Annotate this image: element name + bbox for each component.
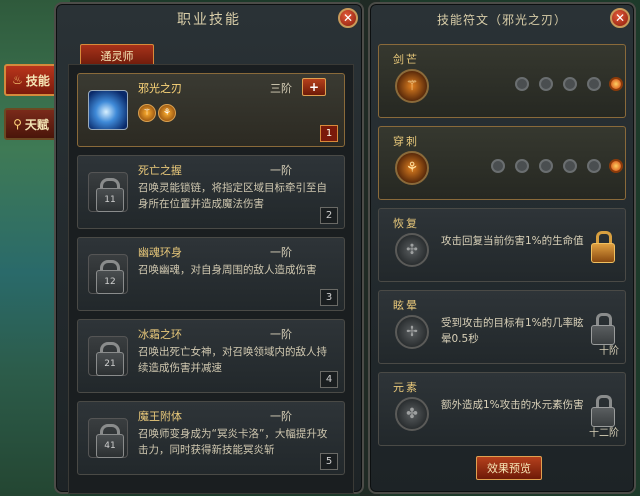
skill-description: 召唤出死亡女神，对召唤领域内的敌人持续造成伤害并减速 <box>138 346 327 374</box>
rune-slot-filled <box>609 77 623 91</box>
skill-description: 召唤幽魂，对自身周围的敌人造成伤害 <box>138 264 317 276</box>
rune-pierce-icon: ⚘ <box>158 104 176 122</box>
rune-card-3[interactable]: 恢复 ✣ 攻击回复当前伤害1%的生命值 <box>378 208 626 282</box>
runes-panel: 技能符文（邪光之刃） ✕ 剑芒 ⚚ 穿刺 ⚘ 恢复 ✣ 攻击回复当前伤害1%的生… <box>368 2 636 494</box>
skill-name: 邪光之刃 <box>138 82 182 95</box>
flame-icon: ♨ <box>12 73 23 87</box>
skills-panel-title: 职业技能 <box>177 12 241 28</box>
rune-card-2[interactable]: 穿刺 ⚘ <box>378 126 626 200</box>
close-icon: ✕ <box>342 11 354 25</box>
rune-unlock-tier: 十二阶 <box>589 428 619 439</box>
skill-tier: 一阶 <box>270 328 292 341</box>
rune-name: 元素 <box>393 381 419 394</box>
plus-icon: + <box>308 80 320 94</box>
skill-icon-blade <box>88 90 128 130</box>
skill-card-1[interactable]: 邪光之刃 三阶 + ⚚ ⚘ 1 <box>77 73 345 147</box>
skill-card-2[interactable]: 11 死亡之握 一阶 召唤灵能锁链，将指定区域目标牵引至自身所在位置并造成魔法伤… <box>77 155 345 229</box>
rune-sword-icon: ⚚ <box>138 104 156 122</box>
lock-icon: 12 <box>88 254 128 294</box>
lock-icon: 11 <box>88 172 128 212</box>
rune-card-5[interactable]: 元素 ✤ 额外造成1%攻击的水元素伤害 十二阶 <box>378 372 626 446</box>
tab-talents-label: 天赋 <box>24 117 49 132</box>
rune-sword-icon: ⚚ <box>395 69 429 103</box>
rune-slot-empty <box>491 159 505 173</box>
skill-tier: 一阶 <box>270 410 292 423</box>
skill-list: 邪光之刃 三阶 + ⚚ ⚘ 1 11 死亡之握 一阶 召唤灵能锁链，将指定区域目… <box>68 64 354 494</box>
skill-card-3[interactable]: 12 幽魂环身 一阶 召唤幽魂，对自身周围的敌人造成伤害 3 <box>77 237 345 311</box>
skill-name: 魔王附体 <box>138 410 182 423</box>
rune-name: 剑芒 <box>393 53 419 66</box>
skill-slot-number: 2 <box>320 207 338 224</box>
rune-name: 眩晕 <box>393 299 419 312</box>
rune-recover-icon: ✣ <box>395 233 429 267</box>
skill-tier: 一阶 <box>270 164 292 177</box>
rune-stun-icon: ✢ <box>395 315 429 349</box>
rune-name: 恢复 <box>393 217 419 230</box>
skill-description: 召唤师变身成为“冥炎卡洛”，大幅提升攻击力，同时获得新技能冥炎斩 <box>138 428 328 456</box>
rune-unlock-tier: 十阶 <box>599 346 619 357</box>
effect-preview-button[interactable]: 效果预览 <box>476 456 542 480</box>
rune-element-icon: ✤ <box>395 397 429 431</box>
rune-description: 额外造成1%攻击的水元素伤害 <box>441 399 584 411</box>
rune-card-4[interactable]: 眩晕 ✢ 受到攻击的目标有1%的几率眩晕0.5秒 十阶 <box>378 290 626 364</box>
skill-slot-number: 5 <box>320 453 338 470</box>
rune-name: 穿刺 <box>393 135 419 148</box>
rune-slot-empty <box>539 159 553 173</box>
upgrade-skill-button[interactable]: + <box>302 78 326 96</box>
rune-card-1[interactable]: 剑芒 ⚚ <box>378 44 626 118</box>
rune-slot-empty <box>563 77 577 91</box>
tab-talents[interactable]: ⚲ 天赋 <box>4 108 58 140</box>
tab-skills[interactable]: ♨ 技能 <box>4 64 58 96</box>
skills-panel: 职业技能 ✕ 通灵师 邪光之刃 三阶 + ⚚ ⚘ 1 11 死亡之握 一阶 召唤… <box>54 2 364 494</box>
skill-name: 幽魂环身 <box>138 246 182 259</box>
map-pin-icon: ⚲ <box>13 117 22 131</box>
skill-slot-number: 1 <box>320 125 338 142</box>
gold-lock-icon[interactable] <box>591 231 615 265</box>
rune-description: 攻击回复当前伤害1%的生命值 <box>441 235 584 247</box>
skill-description: 召唤灵能锁链，将指定区域目标牵引至自身所在位置并造成魔法伤害 <box>138 182 327 210</box>
skill-name: 死亡之握 <box>138 164 182 177</box>
rune-description: 受到攻击的目标有1%的几率眩晕0.5秒 <box>441 317 584 345</box>
rune-slot-empty <box>515 77 529 91</box>
skill-slot-number: 4 <box>320 371 338 388</box>
rune-slot-filled <box>609 159 623 173</box>
close-runes-button[interactable]: ✕ <box>610 8 630 28</box>
lock-icon: 21 <box>88 336 128 376</box>
rune-pierce-icon: ⚘ <box>395 151 429 185</box>
rune-slot-empty <box>539 77 553 91</box>
close-icon: ✕ <box>614 11 626 25</box>
lock-icon: 41 <box>88 418 128 458</box>
skill-tier: 三阶 <box>270 82 292 95</box>
close-skills-button[interactable]: ✕ <box>338 8 358 28</box>
skill-slot-number: 3 <box>320 289 338 306</box>
skill-card-5[interactable]: 41 魔王附体 一阶 召唤师变身成为“冥炎卡洛”，大幅提升攻击力，同时获得新技能… <box>77 401 345 475</box>
tab-skills-label: 技能 <box>25 73 50 88</box>
runes-panel-title: 技能符文（邪光之刃） <box>436 12 567 27</box>
rune-slot-empty <box>587 77 601 91</box>
rune-slot-empty <box>587 159 601 173</box>
rune-slot-empty <box>563 159 577 173</box>
skill-tier: 一阶 <box>270 246 292 259</box>
skill-name: 冰霜之环 <box>138 328 182 341</box>
rune-slot-empty <box>515 159 529 173</box>
skill-card-4[interactable]: 21 冰霜之环 一阶 召唤出死亡女神，对召唤领域内的敌人持续造成伤害并减速 4 <box>77 319 345 393</box>
